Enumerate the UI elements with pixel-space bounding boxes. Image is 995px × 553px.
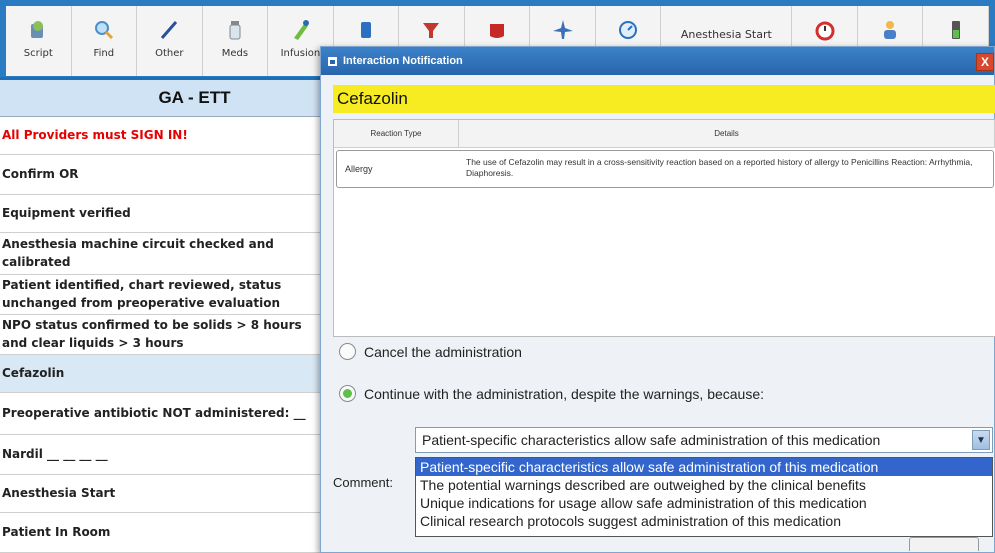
cup-icon xyxy=(354,18,378,42)
syringe-icon xyxy=(288,18,312,42)
checklist-item-anesthesia-start[interactable]: Anesthesia Start xyxy=(0,475,329,513)
person-icon xyxy=(878,18,902,42)
cell-reaction-type: Allergy xyxy=(345,164,373,174)
find-button[interactable]: Find xyxy=(72,6,138,76)
reason-dropdown[interactable]: Patient-specific characteristics allow s… xyxy=(415,427,993,453)
interaction-notification-dialog: Interaction Notification X Cefazolin Rea… xyxy=(320,46,995,553)
dialog-titlebar[interactable]: Interaction Notification X xyxy=(321,47,994,75)
reason-option[interactable]: Patient-specific characteristics allow s… xyxy=(416,458,992,476)
reason-dropdown-value: Patient-specific characteristics allow s… xyxy=(422,432,881,448)
checklist-item-equipment[interactable]: Equipment verified xyxy=(0,195,329,233)
script-icon xyxy=(26,18,50,42)
comment-label: Comment: xyxy=(333,475,393,490)
cancel-option[interactable]: Cancel the administration xyxy=(339,343,522,360)
header-reaction-type[interactable]: Reaction Type xyxy=(334,120,459,147)
airplane-icon xyxy=(551,18,575,42)
checklist-item-patient-in-room[interactable]: Patient In Room xyxy=(0,513,329,553)
checklist-item-npo-status[interactable]: NPO status confirmed to be solids > 8 ho… xyxy=(0,315,329,355)
vial-icon xyxy=(223,18,247,42)
reason-option[interactable]: Clinical research protocols suggest admi… xyxy=(416,512,992,530)
dialog-window-icon xyxy=(327,56,337,66)
grid-header: Reaction Type Details xyxy=(334,120,995,148)
other-button[interactable]: Other xyxy=(137,6,203,76)
battery-icon xyxy=(944,18,968,42)
checklist-item-confirm-or[interactable]: Confirm OR xyxy=(0,155,329,195)
radio-selected-dot xyxy=(343,389,352,398)
table-row[interactable]: Allergy The use of Cefazolin may result … xyxy=(336,150,994,188)
reason-option[interactable]: The potential warnings described are out… xyxy=(416,476,992,494)
checklist-item-patient-identified[interactable]: Patient identified, chart reviewed, stat… xyxy=(0,275,329,315)
continue-option[interactable]: Continue with the administration, despit… xyxy=(339,385,764,402)
find-button-label: Find xyxy=(93,48,115,59)
meds-button[interactable]: Meds xyxy=(203,6,269,76)
checklist-item-sign-in[interactable]: All Providers must SIGN IN! xyxy=(0,117,329,155)
chevron-down-icon[interactable]: ▼ xyxy=(972,430,990,450)
continue-radio[interactable] xyxy=(339,385,356,402)
header-details[interactable]: Details xyxy=(459,120,995,147)
panel-title: GA - ETT xyxy=(0,80,329,117)
reason-options-list: Patient-specific characteristics allow s… xyxy=(415,457,993,537)
script-button-label: Script xyxy=(23,48,53,59)
gauge-icon xyxy=(616,18,640,42)
blood-bag-icon xyxy=(485,18,509,42)
continue-option-label: Continue with the administration, despit… xyxy=(364,385,765,402)
alarm-clock-icon xyxy=(813,18,837,42)
interaction-grid: Reaction Type Details Allergy The use of… xyxy=(333,119,995,337)
checklist-panel: GA - ETT All Providers must SIGN IN! Con… xyxy=(0,80,330,553)
checklist-item-machine-check[interactable]: Anesthesia machine circuit checked and c… xyxy=(0,233,329,275)
checklist-item-antibiotic[interactable]: Preoperative antibiotic NOT administered… xyxy=(0,393,329,435)
infusion-button-label: Infusion xyxy=(280,48,321,59)
checklist-item-nardil[interactable]: Nardil __ __ __ __ xyxy=(0,435,329,475)
meds-button-label: Meds xyxy=(221,48,249,59)
anesthesia-start-label: Anesthesia Start xyxy=(680,28,772,41)
script-button[interactable]: Script xyxy=(6,6,72,76)
search-icon xyxy=(92,18,116,42)
funnel-icon xyxy=(419,18,443,42)
cancel-option-label: Cancel the administration xyxy=(364,343,522,360)
drug-name-banner: Cefazolin xyxy=(333,85,995,113)
ok-button[interactable] xyxy=(909,537,979,551)
reason-option[interactable]: Unique indications for usage allow safe … xyxy=(416,494,992,512)
close-icon: X xyxy=(980,55,989,69)
dialog-title: Interaction Notification xyxy=(343,55,463,67)
pen-icon xyxy=(157,18,181,42)
close-button[interactable]: X xyxy=(976,53,994,71)
other-button-label: Other xyxy=(155,48,184,59)
cell-details: The use of Cefazolin may result in a cro… xyxy=(466,157,973,178)
checklist-item-cefazolin[interactable]: Cefazolin xyxy=(0,355,329,393)
cancel-radio[interactable] xyxy=(339,343,356,360)
